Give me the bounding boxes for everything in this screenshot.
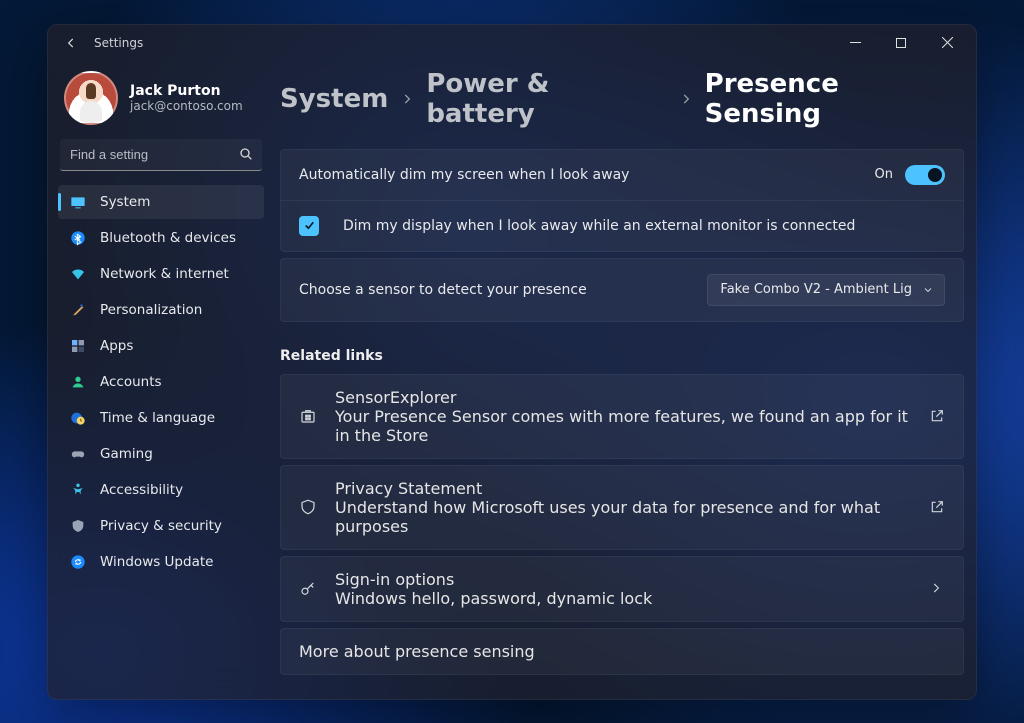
breadcrumb: System Power & battery Presence Sensing xyxy=(280,67,964,149)
nav-item-label: Apps xyxy=(100,338,133,354)
breadcrumb-power[interactable]: Power & battery xyxy=(426,69,666,129)
nav-item-windows-update[interactable]: Windows Update xyxy=(58,545,264,579)
sensor-select-label: Choose a sensor to detect your presence xyxy=(299,282,689,298)
sensor-select[interactable]: Fake Combo V2 - Ambient Lig xyxy=(707,274,945,306)
nav-item-time-language[interactable]: Time & language xyxy=(58,401,264,435)
profile-email: jack@contoso.com xyxy=(130,99,243,113)
globe-clock-icon xyxy=(70,410,86,426)
link-subtitle: Your Presence Sensor comes with more fea… xyxy=(335,407,911,445)
chevron-down-icon xyxy=(922,284,934,296)
chevron-right-icon xyxy=(400,92,414,106)
related-links-header: Related links xyxy=(280,328,964,374)
link-title: Sign-in options xyxy=(335,570,652,589)
setting-auto-dim: Automatically dim my screen when I look … xyxy=(280,149,964,252)
navigation-pane: Jack Purton jack@contoso.com System Blue… xyxy=(58,61,264,689)
chevron-right-icon xyxy=(679,92,693,106)
link-title: SensorExplorer xyxy=(335,388,911,407)
wifi-icon xyxy=(70,266,86,282)
auto-dim-title: Automatically dim my screen when I look … xyxy=(299,167,857,183)
link-sign-in-options[interactable]: Sign-in options Windows hello, password,… xyxy=(281,557,963,621)
store-icon xyxy=(299,407,317,425)
toggle-state-text: On xyxy=(875,167,893,182)
auto-dim-header-row[interactable]: Automatically dim my screen when I look … xyxy=(281,150,963,200)
accessibility-icon xyxy=(70,482,86,498)
nav-item-label: Privacy & security xyxy=(100,518,222,534)
nav-item-label: Gaming xyxy=(100,446,153,462)
nav-item-apps[interactable]: Apps xyxy=(58,329,264,363)
link-sensor-explorer[interactable]: SensorExplorer Your Presence Sensor come… xyxy=(281,375,963,458)
profile-card[interactable]: Jack Purton jack@contoso.com xyxy=(58,61,264,139)
nav-item-network[interactable]: Network & internet xyxy=(58,257,264,291)
nav-item-system[interactable]: System xyxy=(58,185,264,219)
app-title: Settings xyxy=(94,36,143,50)
apps-icon xyxy=(70,338,86,354)
bluetooth-icon xyxy=(70,230,86,246)
nav-item-label: Windows Update xyxy=(100,554,213,570)
nav-item-label: Time & language xyxy=(100,410,215,426)
chevron-right-icon xyxy=(929,581,945,597)
related-link-more: More about presence sensing xyxy=(280,628,964,675)
link-more-about-presence[interactable]: More about presence sensing xyxy=(281,629,963,674)
nav-item-label: Accessibility xyxy=(100,482,183,498)
nav-item-label: Personalization xyxy=(100,302,202,318)
nav-item-label: Accounts xyxy=(100,374,162,390)
link-privacy-statement[interactable]: Privacy Statement Understand how Microso… xyxy=(281,466,963,549)
nav-item-accounts[interactable]: Accounts xyxy=(58,365,264,399)
breadcrumb-current: Presence Sensing xyxy=(705,69,964,129)
nav-item-personalization[interactable]: Personalization xyxy=(58,293,264,327)
external-monitor-label: Dim my display when I look away while an… xyxy=(337,218,855,234)
auto-dim-toggle[interactable] xyxy=(905,165,945,185)
title-bar: Settings xyxy=(48,25,976,61)
open-external-icon xyxy=(929,499,945,515)
minimize-button[interactable] xyxy=(832,25,878,61)
content-area: System Power & battery Presence Sensing … xyxy=(280,61,966,689)
open-external-icon xyxy=(929,408,945,424)
external-monitor-checkbox[interactable] xyxy=(299,216,319,236)
brush-icon xyxy=(70,302,86,318)
update-icon xyxy=(70,554,86,570)
avatar xyxy=(64,71,118,125)
auto-dim-external-row[interactable]: Dim my display when I look away while an… xyxy=(281,200,963,251)
sensor-select-value: Fake Combo V2 - Ambient Lig xyxy=(720,282,912,297)
settings-window: Settings Jack Purton jack@contoso.com xyxy=(47,24,977,700)
link-subtitle: Understand how Microsoft uses your data … xyxy=(335,498,911,536)
related-link-signin: Sign-in options Windows hello, password,… xyxy=(280,556,964,622)
related-link-sensor-explorer: SensorExplorer Your Presence Sensor come… xyxy=(280,374,964,459)
nav-item-accessibility[interactable]: Accessibility xyxy=(58,473,264,507)
nav-item-privacy[interactable]: Privacy & security xyxy=(58,509,264,543)
account-icon xyxy=(70,374,86,390)
link-title: Privacy Statement xyxy=(335,479,911,498)
maximize-button[interactable] xyxy=(878,25,924,61)
sensor-select-row: Choose a sensor to detect your presence … xyxy=(281,259,963,321)
link-title: More about presence sensing xyxy=(299,642,535,661)
search-input[interactable] xyxy=(60,139,262,170)
display-icon xyxy=(70,194,86,210)
gamepad-icon xyxy=(70,446,86,462)
nav-item-bluetooth[interactable]: Bluetooth & devices xyxy=(58,221,264,255)
nav-item-gaming[interactable]: Gaming xyxy=(58,437,264,471)
search-icon xyxy=(238,146,254,162)
key-icon xyxy=(299,580,317,598)
nav-item-label: Network & internet xyxy=(100,266,229,282)
nav-list: System Bluetooth & devices Network & int… xyxy=(58,185,264,579)
nav-item-label: Bluetooth & devices xyxy=(100,230,236,246)
profile-name: Jack Purton xyxy=(130,83,243,99)
link-subtitle: Windows hello, password, dynamic lock xyxy=(335,589,652,608)
close-button[interactable] xyxy=(924,25,970,61)
related-link-privacy: Privacy Statement Understand how Microso… xyxy=(280,465,964,550)
search-box[interactable] xyxy=(60,139,262,171)
nav-item-label: System xyxy=(100,194,150,210)
back-button[interactable] xyxy=(56,28,86,58)
shield-outline-icon xyxy=(299,498,317,516)
setting-sensor-select: Choose a sensor to detect your presence … xyxy=(280,258,964,322)
breadcrumb-system[interactable]: System xyxy=(280,84,388,114)
shield-icon xyxy=(70,518,86,534)
